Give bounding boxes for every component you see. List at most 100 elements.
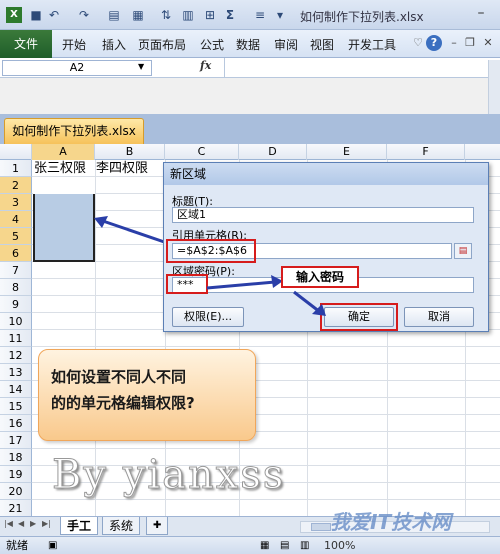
row-header[interactable]: 12 bbox=[0, 347, 32, 364]
dialog-title: 新区域 bbox=[164, 163, 488, 185]
ribbon-minimize-icon[interactable]: ♡ bbox=[410, 35, 426, 51]
column-header-f[interactable]: F bbox=[387, 144, 465, 160]
row-header[interactable]: 13 bbox=[0, 364, 32, 381]
name-box-dropdown-icon[interactable]: ▼ bbox=[138, 60, 144, 74]
formula-bar: A2 ▼ fx bbox=[0, 58, 500, 78]
row-header[interactable]: 4 bbox=[0, 211, 32, 228]
column-header-e[interactable]: E bbox=[307, 144, 387, 160]
cell-a1[interactable]: 张三权限 bbox=[34, 160, 86, 177]
row-header[interactable]: 7 bbox=[0, 262, 32, 279]
title-input[interactable]: 区域1 bbox=[172, 207, 474, 223]
highlight-ok bbox=[320, 303, 398, 331]
autosum-icon[interactable]: Σ bbox=[222, 7, 238, 23]
tab-view[interactable]: 视图 bbox=[310, 36, 334, 53]
row-header[interactable]: 3 bbox=[0, 194, 32, 211]
row-header[interactable]: 16 bbox=[0, 415, 32, 432]
document-title: 如何制作下拉列表.xlsx bbox=[300, 10, 424, 24]
borders-icon[interactable]: ⊞ bbox=[202, 7, 218, 23]
chart-icon[interactable]: ▥ bbox=[180, 7, 196, 23]
help-icon[interactable]: ? bbox=[426, 35, 442, 51]
excel-app-icon[interactable]: X bbox=[6, 7, 22, 23]
column-header-c[interactable]: C bbox=[165, 144, 239, 160]
note-line-1: 如何设置不同人不同 bbox=[51, 368, 187, 386]
row-header[interactable]: 17 bbox=[0, 432, 32, 449]
window-close-icon[interactable]: ✕ bbox=[480, 35, 496, 51]
window-minimize-icon[interactable]: – bbox=[446, 35, 462, 51]
highlight-password bbox=[166, 274, 208, 294]
password-hint-callout: 输入密码 bbox=[281, 266, 359, 288]
tab-data[interactable]: 数据 bbox=[236, 36, 260, 53]
redo-icon[interactable]: ↷ bbox=[76, 7, 92, 23]
status-bar: 就绪 ▣ ▦ ▤ ▥ 100% bbox=[0, 536, 500, 554]
page-layout-view-icon[interactable]: ▤ bbox=[280, 538, 289, 554]
macro-record-icon[interactable]: ▣ bbox=[48, 538, 57, 554]
minimize-button[interactable]: – bbox=[470, 6, 492, 22]
column-header-a[interactable]: A bbox=[32, 144, 95, 160]
tab-insert[interactable]: 插入 bbox=[102, 36, 126, 53]
row-header[interactable]: 21 bbox=[0, 500, 32, 516]
horizontal-scroll-thumb[interactable] bbox=[311, 523, 331, 531]
cancel-button[interactable]: 取消 bbox=[404, 307, 474, 327]
row-header[interactable]: 8 bbox=[0, 279, 32, 296]
row-header[interactable]: 1 bbox=[0, 160, 32, 177]
workbook-tab-strip: 如何制作下拉列表.xlsx bbox=[0, 114, 500, 144]
column-header-d[interactable]: D bbox=[239, 144, 307, 160]
cell-b1[interactable]: 李四权限 bbox=[96, 160, 148, 177]
print-preview-icon[interactable]: ▤ bbox=[106, 7, 122, 23]
row-header[interactable]: 19 bbox=[0, 466, 32, 483]
row-header[interactable]: 14 bbox=[0, 381, 32, 398]
first-sheet-icon[interactable]: |◀ bbox=[4, 519, 13, 528]
active-cell-a2[interactable] bbox=[33, 177, 95, 194]
select-all-corner[interactable] bbox=[0, 144, 32, 160]
column-headers: A B C D E F bbox=[0, 144, 500, 160]
align-icon[interactable]: ≡ bbox=[252, 7, 268, 23]
row-header[interactable]: 6 bbox=[0, 245, 32, 262]
column-header-b[interactable]: B bbox=[95, 144, 165, 160]
sort-icon[interactable]: ⇅ bbox=[158, 7, 174, 23]
status-ready: 就绪 bbox=[6, 539, 28, 552]
zoom-level[interactable]: 100% bbox=[324, 538, 355, 554]
sheet-tab-system[interactable]: 系统 bbox=[102, 517, 141, 535]
highlight-ref-cells bbox=[166, 239, 256, 263]
row-header[interactable]: 5 bbox=[0, 228, 32, 245]
sheet-tab-manual[interactable]: 手工 bbox=[60, 517, 99, 535]
format-painter-icon[interactable]: ▦ bbox=[130, 7, 146, 23]
workbook-tab[interactable]: 如何制作下拉列表.xlsx bbox=[4, 118, 144, 144]
row-header[interactable]: 9 bbox=[0, 296, 32, 313]
tab-formulas[interactable]: 公式 bbox=[200, 36, 224, 53]
page-break-view-icon[interactable]: ▥ bbox=[300, 538, 309, 554]
file-tab[interactable]: 文件 bbox=[0, 30, 52, 58]
row-header[interactable]: 15 bbox=[0, 398, 32, 415]
gridline bbox=[32, 346, 500, 347]
site-watermark: 我爱IT技术网 bbox=[330, 510, 452, 534]
row-header[interactable]: 18 bbox=[0, 449, 32, 466]
row-header[interactable]: 2 bbox=[0, 177, 32, 194]
row-header[interactable]: 10 bbox=[0, 313, 32, 330]
tab-developer[interactable]: 开发工具 bbox=[348, 36, 396, 53]
gridline bbox=[32, 448, 500, 449]
insert-function-icon[interactable]: fx bbox=[200, 59, 211, 72]
arrow-to-password-hint bbox=[206, 275, 283, 290]
last-sheet-icon[interactable]: ▶| bbox=[42, 519, 51, 528]
arrow-to-ok bbox=[293, 290, 326, 316]
undo-icon[interactable]: ↶ bbox=[46, 7, 62, 23]
save-icon[interactable]: ■ bbox=[28, 7, 44, 23]
prev-sheet-icon[interactable]: ◀ bbox=[18, 519, 24, 528]
customize-quick-access-icon[interactable]: ▾ bbox=[272, 7, 288, 23]
gridline bbox=[32, 499, 500, 500]
formula-bar-scrollbar[interactable] bbox=[488, 60, 500, 116]
row-header[interactable]: 20 bbox=[0, 483, 32, 500]
next-sheet-icon[interactable]: ▶ bbox=[30, 519, 36, 528]
name-box[interactable]: A2 bbox=[2, 60, 152, 76]
window-restore-icon[interactable]: ❐ bbox=[462, 35, 478, 51]
tab-page-layout[interactable]: 页面布局 bbox=[138, 36, 186, 53]
normal-view-icon[interactable]: ▦ bbox=[260, 538, 269, 554]
insert-sheet-icon[interactable]: ✚ bbox=[146, 517, 169, 535]
formula-divider bbox=[224, 58, 225, 78]
tab-home[interactable]: 开始 bbox=[62, 36, 86, 53]
permissions-button[interactable]: 权限(E)... bbox=[172, 307, 244, 327]
range-picker-icon[interactable]: ▤ bbox=[454, 243, 472, 259]
formula-input-area[interactable] bbox=[0, 78, 500, 114]
row-header[interactable]: 11 bbox=[0, 330, 32, 347]
tab-review[interactable]: 审阅 bbox=[274, 36, 298, 53]
